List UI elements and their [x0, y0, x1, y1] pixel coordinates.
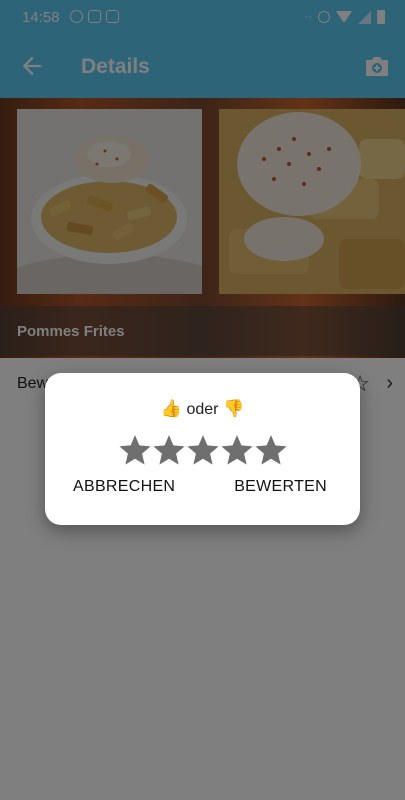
rating-star-5[interactable] [254, 433, 288, 467]
rating-prompt: 👍 oder 👎 [45, 399, 360, 419]
cancel-button[interactable]: ABBRECHEN [73, 478, 175, 496]
thumbs-up-icon: 👍 [160, 399, 183, 418]
rating-star-4[interactable] [220, 433, 254, 467]
thumbs-down-icon: 👎 [222, 399, 245, 418]
rating-star-1[interactable] [118, 433, 152, 467]
star-rating-bar[interactable] [118, 433, 288, 467]
rate-button[interactable]: BEWERTEN [234, 478, 327, 496]
rating-prompt-text: oder [182, 401, 223, 418]
rating-dialog: 👍 oder 👎 ABBRECHEN BEWERTEN [45, 373, 360, 525]
rating-star-3[interactable] [186, 433, 220, 467]
rating-star-2[interactable] [152, 433, 186, 467]
